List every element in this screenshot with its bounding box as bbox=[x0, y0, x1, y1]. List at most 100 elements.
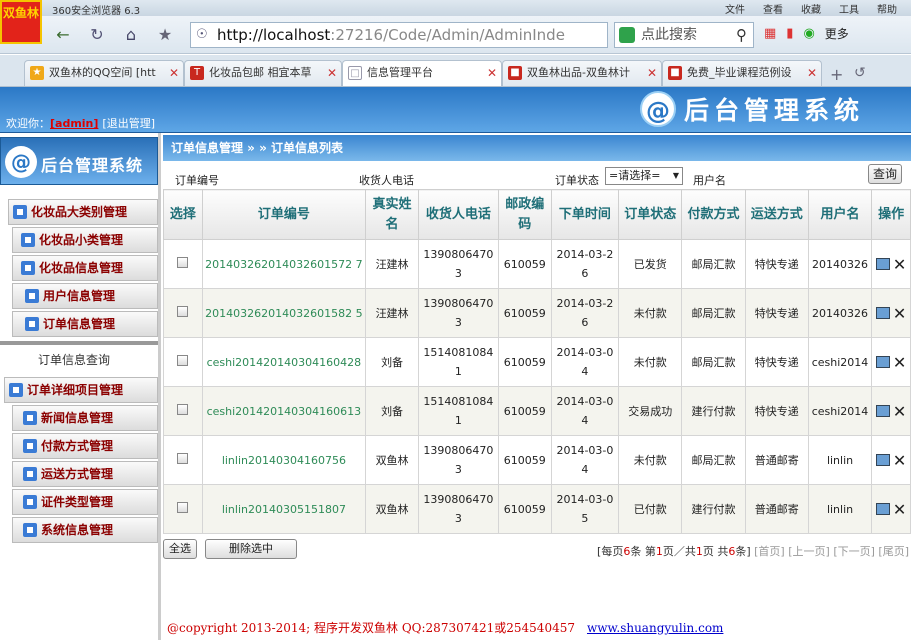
cell-phone: 13908064703 bbox=[418, 435, 499, 485]
sidebar-item-payment[interactable]: 付款方式管理 bbox=[12, 433, 158, 459]
current-page: 1 bbox=[655, 545, 663, 558]
tab-cosmetics[interactable]: T 化妆品包邮 相宜本草 ✕ bbox=[184, 60, 342, 86]
sidebar-subitem-order-query[interactable]: 订单信息查询 bbox=[0, 351, 158, 368]
restore-icon[interactable]: ↺ bbox=[854, 65, 866, 81]
cell-username: 20140326 bbox=[807, 239, 873, 289]
edit-icon[interactable] bbox=[875, 453, 890, 466]
sidebar-item-shipping[interactable]: 运送方式管理 bbox=[12, 461, 158, 487]
shield-icon: ☉ bbox=[196, 27, 208, 42]
close-icon[interactable]: ✕ bbox=[807, 61, 817, 85]
cell-payment: 邮局汇款 bbox=[681, 288, 746, 338]
row-checkbox[interactable] bbox=[177, 354, 189, 366]
menu-help[interactable]: 帮助 bbox=[877, 1, 897, 16]
tab-qq-space[interactable]: ★ 双鱼林的QQ空间 [htt ✕ bbox=[24, 60, 184, 86]
browser-titlebar: 360安全浏览器 6.3 文件 查看 收藏 工具 帮助 bbox=[0, 0, 911, 17]
cell-name: 双鱼林 bbox=[365, 435, 420, 485]
cell-order-no[interactable]: 201403262014032601582 5 bbox=[201, 288, 367, 338]
menu-favorites[interactable]: 收藏 bbox=[801, 1, 821, 16]
website-link[interactable]: www.shuangyulin.com bbox=[587, 621, 723, 635]
prev-page-link[interactable]: [上一页] bbox=[788, 545, 830, 558]
sidebar-item-subcategory[interactable]: 化妆品小类管理 bbox=[12, 227, 158, 253]
admin-username[interactable]: [admin] bbox=[50, 117, 98, 130]
select-all-button[interactable]: 全选 bbox=[163, 539, 197, 559]
status-select[interactable]: =请选择= bbox=[605, 167, 683, 185]
search-input[interactable]: 点此搜索 ⚲ bbox=[614, 22, 754, 48]
delete-icon[interactable]: ✕ bbox=[893, 402, 906, 421]
menu-tools[interactable]: 工具 bbox=[839, 1, 859, 16]
sidebar-item-news[interactable]: 新闻信息管理 bbox=[12, 405, 158, 431]
menu-view[interactable]: 查看 bbox=[763, 1, 783, 16]
delete-icon[interactable]: ✕ bbox=[893, 304, 906, 323]
cell-time: 2014-03-05 bbox=[550, 484, 620, 534]
delete-selected-button[interactable]: 删除选中 bbox=[205, 539, 297, 559]
pin-icon[interactable]: ▮ bbox=[786, 26, 793, 41]
phone-input[interactable] bbox=[419, 168, 549, 186]
order-no-input[interactable] bbox=[223, 168, 353, 186]
sidebar-item-users[interactable]: 用户信息管理 bbox=[12, 283, 158, 309]
cell-order-no[interactable]: 201403262014032601572 7 bbox=[201, 239, 367, 289]
cell-order-no[interactable]: ceshi201420140304160613 bbox=[201, 386, 367, 436]
sidebar-item-category[interactable]: 化妆品大类别管理 bbox=[8, 199, 158, 225]
back-arrow-icon[interactable]: ← bbox=[50, 23, 76, 47]
cell-order-no[interactable]: linlin20140305151807 bbox=[201, 484, 367, 534]
star-icon: ★ bbox=[30, 66, 44, 80]
delete-icon[interactable]: ✕ bbox=[893, 255, 906, 274]
apps-icon[interactable]: ▦ bbox=[764, 26, 776, 41]
close-icon[interactable]: ✕ bbox=[169, 61, 179, 85]
menu-icon bbox=[23, 467, 37, 481]
menu-file[interactable]: 文件 bbox=[725, 1, 745, 16]
logout-link[interactable]: [退出管理] bbox=[102, 117, 155, 130]
address-bar[interactable]: ☉ http://localhost:27216/Code/Admin/Admi… bbox=[190, 22, 608, 48]
edit-icon[interactable] bbox=[875, 257, 890, 270]
row-checkbox[interactable] bbox=[177, 501, 189, 513]
edit-icon[interactable] bbox=[875, 306, 890, 319]
cell-phone: 15140810841 bbox=[418, 386, 499, 436]
sidebar-item-system[interactable]: 系统信息管理 bbox=[12, 517, 158, 543]
tab-info-platform[interactable]: □ 信息管理平台 ✕ bbox=[342, 60, 502, 86]
row-checkbox[interactable] bbox=[177, 305, 189, 317]
first-page-link[interactable]: [首页] bbox=[754, 545, 785, 558]
next-page-link[interactable]: [下一页] bbox=[833, 545, 875, 558]
cell-order-no[interactable]: linlin20140304160756 bbox=[201, 435, 367, 485]
cell-name: 刘备 bbox=[365, 386, 420, 436]
sidebar-item-cosmetics[interactable]: 化妆品信息管理 bbox=[12, 255, 158, 281]
delete-icon[interactable]: ✕ bbox=[893, 353, 906, 372]
cell-shipping: 特快专递 bbox=[744, 288, 809, 338]
security-icon[interactable]: ◉ bbox=[803, 26, 814, 41]
refresh-icon[interactable]: ↻ bbox=[84, 23, 110, 47]
table-header-row: 选择 订单编号 真实姓名 收货人电话 邮政编码 下单时间 订单状态 付款方式 运… bbox=[163, 189, 911, 240]
home-icon[interactable]: ⌂ bbox=[118, 23, 144, 47]
search-icon[interactable]: ⚲ bbox=[736, 23, 747, 47]
delete-icon[interactable]: ✕ bbox=[893, 451, 906, 470]
sidebar-item-id-types[interactable]: 证件类型管理 bbox=[12, 489, 158, 515]
last-page-link[interactable]: [尾页] bbox=[878, 545, 909, 558]
delete-icon[interactable]: ✕ bbox=[893, 500, 906, 519]
edit-icon[interactable] bbox=[875, 404, 890, 417]
cell-username: ceshi2014 bbox=[807, 337, 873, 387]
cell-order-no[interactable]: ceshi201420140304160428 bbox=[201, 337, 367, 387]
close-icon[interactable]: ✕ bbox=[487, 61, 497, 85]
sidebar-item-order-details[interactable]: 订单详细项目管理 bbox=[4, 377, 158, 403]
row-checkbox[interactable] bbox=[177, 256, 189, 268]
star-icon[interactable]: ★ bbox=[152, 23, 178, 47]
edit-icon[interactable] bbox=[875, 502, 890, 515]
new-tab-icon[interactable]: + bbox=[830, 65, 843, 84]
close-icon[interactable]: ✕ bbox=[327, 61, 337, 85]
sidebar-item-orders[interactable]: 订单信息管理 bbox=[12, 311, 158, 337]
row-checkbox[interactable] bbox=[177, 452, 189, 464]
more-menu[interactable]: 更多 bbox=[825, 25, 849, 42]
site-icon: ■ bbox=[508, 66, 522, 80]
toolbar-right: ▦ ▮ ◉ 更多 bbox=[764, 25, 849, 42]
cell-phone: 13908064703 bbox=[418, 288, 499, 338]
search-placeholder: 点此搜索 bbox=[641, 27, 697, 43]
tab-bar: ★ 双鱼林的QQ空间 [htt ✕ T 化妆品包邮 相宜本草 ✕ □ 信息管理平… bbox=[0, 55, 911, 87]
tab-shuangyulin[interactable]: ■ 双鱼林出品-双鱼林计 ✕ bbox=[502, 60, 662, 86]
tab-course[interactable]: ■ 免费_毕业课程范例设 ✕ bbox=[662, 60, 822, 86]
cell-shipping: 特快专递 bbox=[744, 239, 809, 289]
query-button[interactable]: 查询 bbox=[868, 164, 902, 184]
menu-icon bbox=[13, 205, 27, 219]
row-checkbox[interactable] bbox=[177, 403, 189, 415]
username-input[interactable] bbox=[733, 168, 863, 186]
close-icon[interactable]: ✕ bbox=[647, 61, 657, 85]
edit-icon[interactable] bbox=[875, 355, 890, 368]
